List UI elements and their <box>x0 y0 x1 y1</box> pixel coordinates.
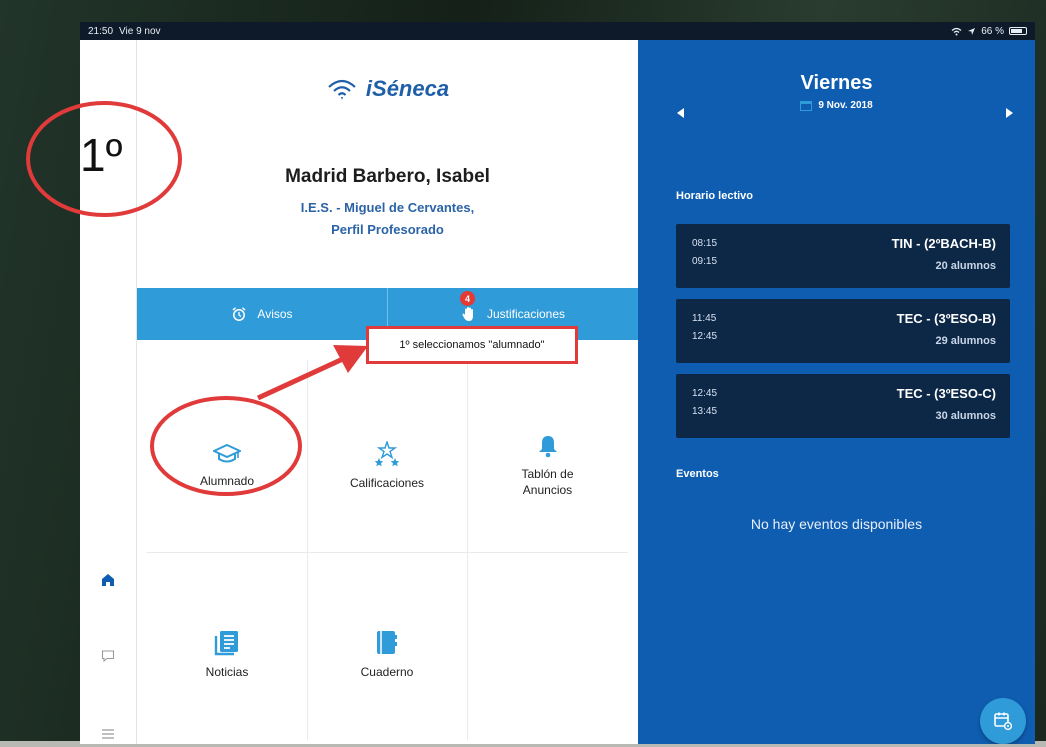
class-end-time: 09:15 <box>692 256 718 267</box>
next-day-arrow-icon[interactable] <box>1002 106 1016 120</box>
logo-text: iSéneca <box>365 76 450 101</box>
tile-tablon-line2: Anuncios <box>522 483 573 497</box>
stars-icon <box>374 441 400 467</box>
nav-menu-button[interactable] <box>94 720 122 744</box>
notebook-icon <box>377 631 397 654</box>
annotation-step-number: 1º <box>80 129 123 181</box>
tile-alumnado[interactable]: Alumnado <box>147 380 307 552</box>
tile-cuaderno[interactable]: Cuaderno <box>307 580 467 730</box>
class-end-time: 13:45 <box>692 406 718 417</box>
class-subject: TEC - (3ºESO-C) <box>896 386 996 401</box>
bell-icon <box>538 436 557 458</box>
class-subject: TEC - (3ºESO-B) <box>896 311 996 326</box>
class-students: 29 alumnos <box>935 335 996 347</box>
graduation-cap-icon <box>213 443 241 463</box>
nav-chat-button[interactable] <box>94 642 122 670</box>
tile-tablon-anuncios[interactable]: Tablón de Anuncios <box>467 380 628 552</box>
user-school: I.E.S. - Miguel de Cervantes, <box>300 200 475 215</box>
hamburger-menu-icon <box>102 729 114 739</box>
battery-icon <box>1009 27 1027 35</box>
battery-percent: 66 % <box>981 25 1004 37</box>
user-name: Madrid Barbero, Isabel <box>285 166 490 187</box>
wifi-icon <box>951 27 962 35</box>
user-profile: Perfil Profesorado <box>331 222 444 237</box>
tablet-screen: 21:50 Vie 9 nov 66 % iSéneca Madrid Barb… <box>80 22 1035 744</box>
status-bar: 21:50 Vie 9 nov 66 % <box>80 22 1035 40</box>
calendar-settings-icon <box>994 712 1013 731</box>
tile-calificaciones[interactable]: Calificaciones <box>307 380 467 552</box>
class-start-time: 11:45 <box>692 313 717 324</box>
home-icon <box>102 574 114 586</box>
class-students: 30 alumnos <box>935 410 996 422</box>
tab-justificaciones-label: Justificaciones <box>486 307 566 321</box>
tile-alumnado-label: Alumnado <box>199 474 255 488</box>
schedule-panel: Viernes 9 Nov. 2018 Horario lectivo 08:1… <box>638 40 1035 744</box>
nav-home-button[interactable] <box>94 566 122 594</box>
schedule-day: Viernes <box>800 72 873 94</box>
app-logo: iSéneca <box>137 76 638 102</box>
calendar-icon <box>800 101 813 111</box>
status-date: Vie 9 nov <box>119 25 161 37</box>
schedule-date: 9 Nov. 2018 <box>818 100 873 111</box>
tab-avisos-label: Avisos <box>257 307 293 321</box>
wifi-logo-icon <box>328 79 356 100</box>
chat-bubble-icon <box>101 650 115 663</box>
newspaper-icon <box>214 631 238 656</box>
tile-tablon-label: Tablón de Anuncios <box>521 466 573 498</box>
tile-noticias-label: Noticias <box>205 665 249 679</box>
class-card[interactable]: 08:15 09:15 TIN - (2ºBACH-B) 20 alumnos <box>676 224 1010 288</box>
class-start-time: 08:15 <box>692 238 718 249</box>
no-events-message: No hay eventos disponibles <box>750 516 923 532</box>
calendar-fab-button[interactable] <box>980 698 1026 744</box>
class-subject: TIN - (2ºBACH-B) <box>891 236 996 251</box>
tile-cuaderno-label: Cuaderno <box>360 665 414 679</box>
location-arrow-icon <box>968 27 976 35</box>
grid-divider <box>147 552 628 553</box>
class-start-time: 12:45 <box>692 388 718 399</box>
class-card[interactable]: 12:45 13:45 TEC - (3ºESO-C) 30 alumnos <box>676 374 1010 438</box>
main-panel: iSéneca Madrid Barbero, Isabel I.E.S. - … <box>137 40 638 744</box>
annotation-callout: 1º seleccionamos "alumnado" <box>366 326 578 364</box>
status-time: 21:50 <box>88 25 114 37</box>
status-right: 66 % <box>951 26 1027 37</box>
class-card[interactable]: 11:45 12:45 TEC - (3ºESO-B) 29 alumnos <box>676 299 1010 363</box>
justificaciones-badge: 4 <box>460 291 475 306</box>
menu-grid: Alumnado Calificaciones Tablón de Anunci… <box>147 340 628 744</box>
raised-hand-icon <box>462 307 473 321</box>
class-students: 20 alumnos <box>935 260 996 272</box>
tile-calificaciones-label: Calificaciones <box>349 476 425 490</box>
alarm-clock-icon <box>232 307 246 321</box>
class-end-time: 12:45 <box>692 331 718 342</box>
horario-lectivo-title: Horario lectivo <box>676 190 754 202</box>
schedule-date-row: 9 Nov. 2018 <box>638 100 1035 111</box>
tab-avisos[interactable]: Avisos <box>137 288 387 340</box>
tile-noticias[interactable]: Noticias <box>147 580 307 730</box>
eventos-title: Eventos <box>676 468 719 480</box>
tile-tablon-line1: Tablón de <box>521 467 574 481</box>
